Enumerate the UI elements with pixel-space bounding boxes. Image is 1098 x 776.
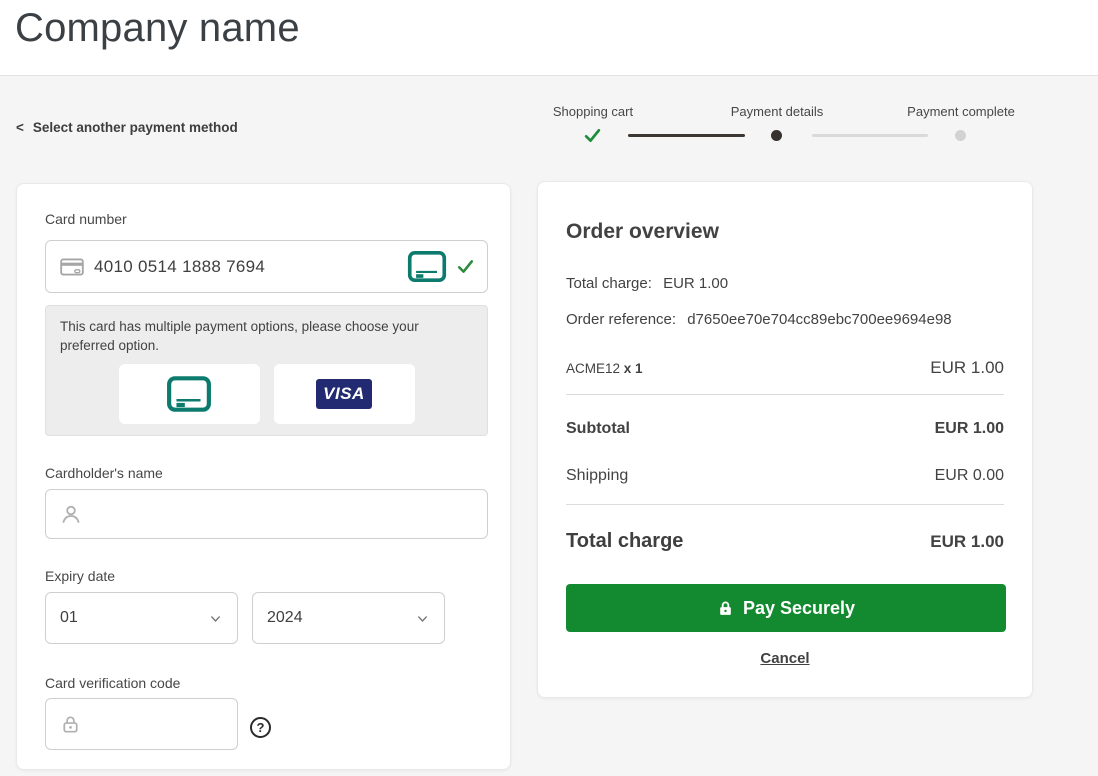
card-number-label: Card number: [45, 211, 127, 227]
order-divider: [566, 394, 1004, 395]
item-name-text: ACME12: [566, 361, 621, 376]
brand-option-visa[interactable]: VISA: [273, 364, 415, 424]
checkout-stepper: Shopping cart Payment details Payment co…: [535, 104, 1035, 152]
stepper-connector-done: [628, 134, 745, 137]
subtotal-amount: EUR 1.00: [934, 420, 1004, 437]
back-chevron-icon: <: [16, 120, 24, 135]
expiry-month-value: 01: [60, 609, 78, 626]
item-quantity: x 1: [623, 361, 643, 376]
cancel-link[interactable]: Cancel: [760, 650, 809, 667]
total-charge-line-value: EUR 1.00: [663, 275, 729, 292]
order-reference-line: Order reference: d7650ee70e704cc89ebc700…: [566, 311, 952, 328]
step-payment-complete-label: Payment complete: [907, 104, 1015, 119]
bank-card-brand-icon: [407, 251, 447, 282]
total-charge-line-label: Total charge:: [566, 275, 652, 292]
person-icon: [62, 505, 80, 523]
order-divider: [566, 504, 1004, 505]
cardholder-name-input[interactable]: [92, 504, 475, 524]
item-name: ACME12 x 1: [566, 361, 643, 376]
expiry-month-select[interactable]: 01: [45, 592, 238, 644]
card-number-field[interactable]: [45, 240, 488, 293]
valid-check-icon: [457, 260, 474, 273]
pay-securely-button[interactable]: Pay Securely: [566, 584, 1006, 632]
order-overview-title: Order overview: [566, 220, 719, 243]
stepper-connector-todo: [812, 134, 928, 137]
shipping-amount: EUR 0.00: [934, 467, 1004, 484]
multiple-options-notice: This card has multiple payment options, …: [60, 319, 419, 353]
brand-options-row: VISA: [60, 364, 473, 424]
page-header: Company name: [0, 0, 1098, 76]
step-payment-details-label: Payment details: [730, 104, 824, 119]
order-overview-panel: Order overview Total charge: EUR 1.00 Or…: [537, 181, 1033, 698]
order-item-row: ACME12 x 1 EUR 1.00: [566, 358, 1004, 378]
order-reference-label: Order reference:: [566, 311, 677, 328]
step-complete-check-icon: [584, 129, 601, 142]
page-title: Company name: [15, 6, 300, 50]
visa-logo: VISA: [316, 379, 372, 409]
detected-brand-badge: [407, 250, 447, 283]
chevron-down-icon: [418, 615, 427, 622]
cvc-input[interactable]: [91, 714, 225, 734]
total-charge-amount: EUR 1.00: [930, 532, 1004, 551]
expiry-date-label: Expiry date: [45, 568, 116, 584]
total-charge-summary-line: Total charge: EUR 1.00: [566, 275, 728, 292]
order-reference-value: d7650ee70e704cc89ebc700ee9694e98: [687, 311, 952, 328]
step-shopping-cart-label: Shopping cart: [552, 104, 634, 119]
chevron-down-icon: [211, 615, 220, 622]
subtotal-label: Subtotal: [566, 420, 630, 437]
credit-card-icon: [60, 257, 84, 276]
cvc-field[interactable]: [45, 698, 238, 750]
expiry-year-select[interactable]: 2024: [252, 592, 445, 644]
subtotal-row: Subtotal EUR 1.00: [566, 420, 1004, 438]
pay-button-label: Pay Securely: [742, 597, 856, 618]
lock-icon: [63, 716, 78, 733]
cardholder-name-field[interactable]: [45, 489, 488, 539]
card-form-panel: Card number This card has multiple payme…: [16, 183, 511, 770]
total-charge-row: Total charge EUR 1.00: [566, 530, 1004, 553]
back-link-label: Select another payment method: [32, 120, 238, 135]
expiry-year-value: 2024: [267, 609, 303, 626]
step-current-dot: [771, 130, 782, 141]
cvc-help-icon[interactable]: ?: [250, 717, 271, 738]
back-to-payment-methods-link[interactable]: < Select another payment method: [16, 120, 238, 135]
step-upcoming-dot: [955, 130, 966, 141]
payment-options-box: This card has multiple payment options, …: [45, 305, 488, 436]
cvc-label: Card verification code: [45, 675, 181, 691]
cardholder-name-label: Cardholder's name: [45, 465, 163, 481]
question-mark-glyph: ?: [256, 720, 265, 735]
brand-option-generic-card[interactable]: [118, 364, 260, 424]
cancel-link-wrapper: Cancel: [538, 650, 1032, 668]
bank-card-option-icon: [167, 376, 211, 412]
shipping-label: Shipping: [566, 467, 629, 484]
total-charge-label: Total charge: [566, 530, 684, 552]
lock-icon: [720, 601, 731, 615]
item-amount: EUR 1.00: [930, 358, 1004, 377]
card-number-input[interactable]: [94, 256, 398, 277]
shipping-row: Shipping EUR 0.00: [566, 467, 1004, 485]
